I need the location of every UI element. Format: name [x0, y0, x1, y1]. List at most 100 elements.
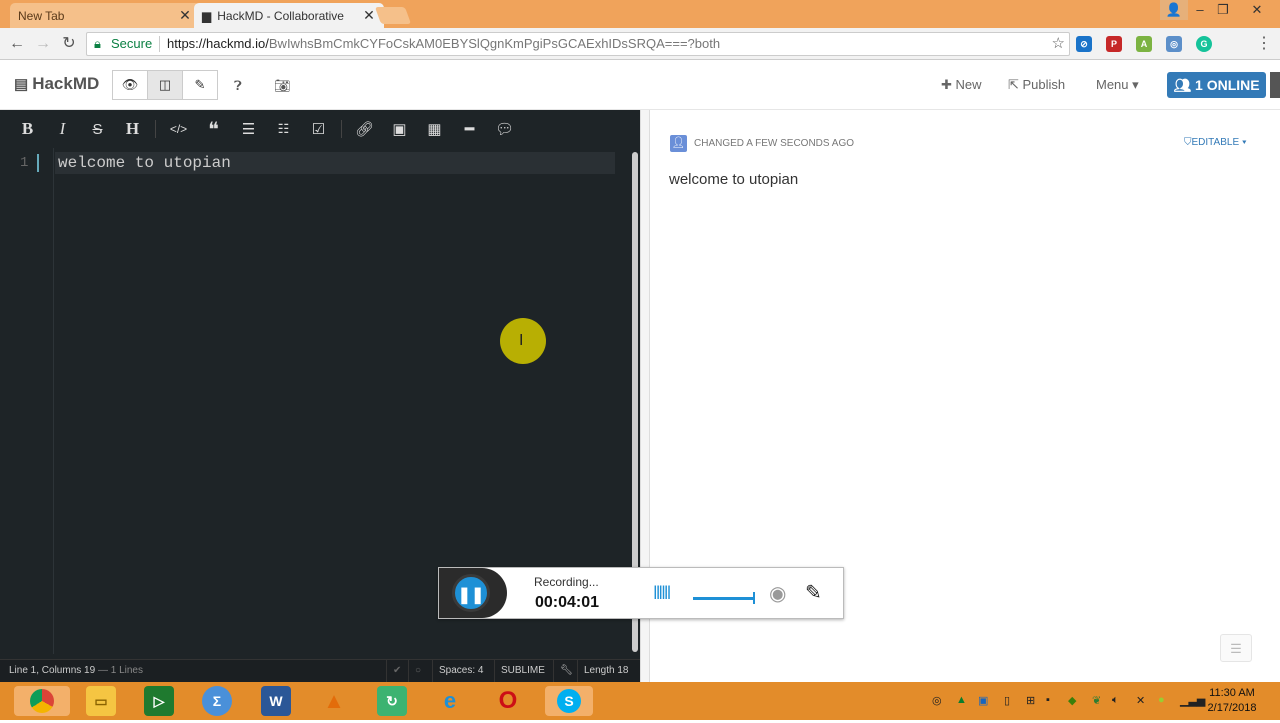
- address-bar[interactable]: 🔒︎ Secure https://hackmd.io/BwIwhsBmCmkC…: [86, 32, 1070, 56]
- opera-icon[interactable]: O: [493, 686, 523, 716]
- chrome-menu-icon[interactable]: ⋮: [1254, 34, 1274, 54]
- calculator-icon[interactable]: Σ: [202, 686, 232, 716]
- new-tab-button[interactable]: [374, 7, 412, 24]
- tab-close-icon[interactable]: ✕: [178, 7, 192, 24]
- volume-slider[interactable]: [693, 592, 755, 604]
- webcam-icon[interactable]: ◉: [769, 581, 786, 606]
- browser-toolbar: ← → ↻ 🔒︎ Secure https://hackmd.io/BwIwhs…: [0, 28, 1280, 60]
- caret-down-icon: ▾: [1128, 77, 1139, 92]
- preview-content: welcome to utopian: [669, 171, 799, 188]
- grammarly-icon[interactable]: G: [1196, 36, 1212, 52]
- profile-icon[interactable]: 👤: [1160, 0, 1188, 20]
- divider: [159, 36, 160, 52]
- comment-button[interactable]: 💬︎: [487, 120, 522, 138]
- volume-icon[interactable]: 🔈︎: [1112, 694, 1119, 707]
- document-icon: ▆: [202, 8, 212, 23]
- view-mode-button[interactable]: 👁︎: [112, 70, 148, 100]
- editor-toolbar: B I S H </> ❝ ☰ ☷ ☑ 🔗︎ ▣ ▦ ━ 💬︎: [0, 110, 640, 148]
- view-mode-group: 👁︎ ◫ ✎: [112, 70, 218, 100]
- check-icon: ✔: [386, 660, 407, 682]
- reload-button[interactable]: ↻: [59, 34, 79, 54]
- online-users-button[interactable]: 👥︎ 1 ONLINE: [1167, 72, 1266, 98]
- chrome-taskbar-icon[interactable]: [14, 686, 70, 716]
- plus-icon: ✚: [941, 77, 956, 92]
- bookmark-star-icon[interactable]: ☆: [1052, 33, 1065, 55]
- tray-icon[interactable]: ▣: [978, 694, 988, 707]
- table-button[interactable]: ▦: [417, 120, 452, 138]
- secure-label: Secure: [111, 36, 153, 51]
- vlc-icon[interactable]: ▲: [319, 686, 349, 716]
- toc-button[interactable]: ☰: [1220, 634, 1252, 662]
- cursor-position: Line 1, Columns 19 — 1 Lines: [9, 665, 143, 676]
- ordered-list-button[interactable]: ☷: [266, 121, 301, 137]
- internet-explorer-icon[interactable]: e: [435, 686, 465, 716]
- tray-icon[interactable]: ❦: [1092, 694, 1101, 707]
- network-icon[interactable]: ✕: [1136, 694, 1145, 707]
- permission-dropdown[interactable]: ⛉EDITABLE ▾: [1184, 137, 1247, 148]
- horizontal-rule-button[interactable]: ━: [452, 120, 487, 138]
- url-text[interactable]: https://hackmd.io/BwIwhsBmCmkCYFoCskAM0E…: [167, 33, 720, 55]
- camtasia-icon[interactable]: ▷: [144, 686, 174, 716]
- last-change-info: 👤︎ CHANGED A FEW SECONDS AGO: [670, 135, 854, 152]
- wrench-icon[interactable]: 🔧︎: [553, 660, 579, 682]
- close-window-button[interactable]: ✕: [1243, 0, 1271, 20]
- hackmd-navbar: ▤ HackMD 👁︎ ◫ ✎ ❓︎ 📷︎ ✚ New ⇱ Publish Men…: [0, 60, 1280, 110]
- bold-button[interactable]: B: [10, 119, 45, 139]
- unordered-list-button[interactable]: ☰: [231, 120, 266, 138]
- tab-new-tab[interactable]: New Tab ✕: [10, 3, 200, 28]
- edit-mode-button[interactable]: ✎: [182, 70, 218, 100]
- tray-icon[interactable]: ◆: [1068, 694, 1076, 707]
- italic-button[interactable]: I: [45, 119, 80, 139]
- camera-icon[interactable]: 📷︎: [274, 78, 291, 94]
- pause-button[interactable]: ❚❚: [452, 574, 490, 612]
- restore-button[interactable]: ❐: [1209, 0, 1237, 20]
- heading-button[interactable]: H: [115, 119, 150, 139]
- tab-close-icon[interactable]: ✕: [362, 7, 376, 24]
- share-icon: ⇱: [1008, 77, 1023, 92]
- sidebar-toggle[interactable]: [1270, 72, 1280, 98]
- tray-icon[interactable]: ⊞: [1026, 694, 1035, 707]
- image-button[interactable]: ▣: [382, 120, 417, 138]
- sync-app-icon[interactable]: ↻: [377, 686, 407, 716]
- battery-icon[interactable]: ▯: [1004, 694, 1010, 707]
- shield-icon: ⛉: [1184, 137, 1192, 148]
- checklist-button[interactable]: ☑: [301, 120, 336, 138]
- code-line[interactable]: welcome to utopian: [55, 152, 615, 174]
- tray-icon[interactable]: ●: [1158, 694, 1165, 706]
- signal-icon[interactable]: ▁▃▅: [1180, 694, 1205, 707]
- skype-taskbar-icon[interactable]: S: [545, 686, 593, 716]
- extension-icon[interactable]: ⊘: [1076, 36, 1092, 52]
- tab-hackmd[interactable]: ▆ HackMD - Collaborative ✕: [194, 3, 384, 28]
- forward-button[interactable]: →: [33, 34, 53, 54]
- text-cursor: [37, 154, 39, 172]
- file-icon: ▤: [14, 76, 29, 93]
- word-icon[interactable]: W: [261, 686, 291, 716]
- help-icon[interactable]: ❓︎: [234, 78, 242, 94]
- brand-logo[interactable]: ▤ HackMD: [14, 74, 99, 94]
- link-button[interactable]: 🔗︎: [347, 120, 382, 138]
- tray-icon[interactable]: ▲: [956, 694, 967, 706]
- extension-icon[interactable]: ◎: [1166, 36, 1182, 52]
- audio-level-icon[interactable]: ‖‖‖: [653, 583, 671, 604]
- menu-dropdown[interactable]: Menu ▾: [1096, 77, 1139, 93]
- strikethrough-button[interactable]: S: [80, 121, 115, 138]
- code-button[interactable]: </>: [161, 122, 196, 136]
- tray-icon[interactable]: ◎: [932, 694, 942, 707]
- publish-link[interactable]: ⇱ Publish: [1008, 77, 1065, 93]
- new-note-link[interactable]: ✚ New: [941, 77, 982, 93]
- back-button[interactable]: ←: [7, 34, 27, 54]
- recorder-control-area: ❚❚: [439, 568, 507, 618]
- pdf-extension-icon[interactable]: P: [1106, 36, 1122, 52]
- file-explorer-icon[interactable]: ▭: [86, 686, 116, 716]
- editor-status-bar: Line 1, Columns 19 — 1 Lines ✔ ○ Spaces:…: [0, 659, 640, 682]
- sync-icon: ○: [408, 660, 427, 682]
- both-mode-button[interactable]: ◫: [147, 70, 183, 100]
- recording-status: Recording...: [534, 575, 599, 589]
- pen-icon[interactable]: ✎: [805, 580, 822, 605]
- tray-icon[interactable]: ▪: [1046, 694, 1050, 706]
- quote-button[interactable]: ❝: [196, 117, 231, 142]
- keymap-setting[interactable]: SUBLIME: [494, 660, 551, 682]
- taskbar-clock[interactable]: 11:30 AM 2/17/2018: [1207, 686, 1257, 716]
- extension-icon[interactable]: A: [1136, 36, 1152, 52]
- indent-setting[interactable]: Spaces: 4: [432, 660, 489, 682]
